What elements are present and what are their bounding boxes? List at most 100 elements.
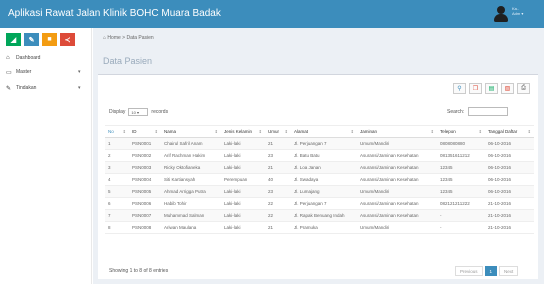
table-cell: Laki-laki (221, 149, 265, 162)
column-header-label: Jaminan (360, 129, 378, 134)
users-icon[interactable]: ■ (42, 33, 57, 46)
sort-icon: ⇕ (214, 129, 218, 134)
next-button[interactable]: Next (499, 266, 519, 276)
table-cell: 5 (105, 185, 129, 198)
top-navbar: Aplikasi Rawat Jalan Klinik BOHC Muara B… (0, 0, 544, 28)
table-cell: Jl. Perjuangan 7 (291, 137, 357, 150)
table-row[interactable]: 6 PSN0006 Habib Tohir Laki-laki 22 Jl. Perjua… (105, 197, 534, 210)
sort-icon: ⇕ (527, 129, 531, 134)
table-cell: 082121211222 (437, 197, 485, 210)
column-header-label: Nama (164, 129, 177, 134)
page-button-1[interactable]: 1 (484, 266, 498, 276)
sort-icon: ⇕ (122, 129, 126, 134)
breadcrumb: ⌂ Home > Data Pasien (103, 35, 154, 41)
sidebar-item-label: Tindakan (16, 85, 37, 91)
sidebar-item-label: Master (16, 69, 32, 75)
home-icon[interactable]: ⌂ (103, 35, 106, 41)
table-row[interactable]: 1 PSN0001 Chairul Safril Anam Laki-laki 21 Jl… (105, 137, 534, 150)
table-cell: 3 (105, 161, 129, 174)
patients-table: No ⇕ ID ⇕ Nama ⇕ Jenis Kelamin ⇕ Umur ⇕ Alamat ⇕ Jam… (105, 125, 534, 234)
chevron-down-icon: ▾ (78, 85, 81, 91)
table-info: Showing 1 to 8 of 8 entries (109, 268, 169, 274)
chart-icon[interactable]: ◢ (6, 33, 21, 46)
page-size-control: Display 10 ▾ records (109, 108, 168, 116)
print-icon[interactable]: ⎙ (517, 83, 530, 94)
column-header[interactable]: Umur ⇕ (265, 125, 291, 138)
user-avatar-icon[interactable] (493, 5, 509, 22)
table-row[interactable]: 7 PSN0007 Muhammad Salman Laki-laki 22 Jl. Ra… (105, 209, 534, 222)
breadcrumb-home[interactable]: Home (107, 35, 120, 41)
table-cell: Laki-laki (221, 209, 265, 222)
sort-icon: ⇕ (430, 129, 434, 134)
share-icon[interactable]: ≺ (60, 33, 75, 46)
table-cell: Jl. Pramuka (291, 221, 357, 234)
table-cell: Asuransi/Jaminan Kesehatan (357, 209, 437, 222)
search-input[interactable] (468, 107, 509, 116)
search-icon[interactable]: ⚲ (453, 83, 466, 94)
table-cell: 21-10-2016 (485, 197, 534, 210)
table-header-row: No ⇕ ID ⇕ Nama ⇕ Jenis Kelamin ⇕ Umur ⇕ Alamat ⇕ Jam… (105, 125, 534, 138)
table-row[interactable]: 3 PSN0003 Ricky Oktofianeka Laki-laki 21 Jl. … (105, 161, 534, 174)
column-header-label: Tanggal Daftar (488, 129, 518, 134)
search-label: Search: (447, 108, 465, 115)
page-size-select[interactable]: 10 ▾ (128, 108, 149, 116)
table-cell: Ariwan Maulana (161, 221, 221, 234)
column-header-label: Jenis Kelamin (224, 129, 253, 134)
table-row[interactable]: 5 PSN0005 Ahmad Arrigga Putra Laki-laki 23 Jl… (105, 185, 534, 198)
previous-button[interactable]: Previous (455, 266, 483, 276)
edit-icon: ✎ (6, 85, 12, 92)
chevron-down-icon: ▾ (78, 69, 81, 75)
excel-icon[interactable]: ▤ (485, 83, 498, 94)
main-content: ⌂ Home > Data Pasien Data Pasien ⚲ ❐ ▤ ▧… (93, 28, 544, 284)
column-header[interactable]: Nama ⇕ (161, 125, 221, 138)
pdf-icon[interactable]: ▧ (501, 83, 514, 94)
column-header[interactable]: Jaminan ⇕ (357, 125, 437, 138)
table-cell: 21 (265, 161, 291, 174)
table-cell: - (437, 221, 485, 234)
column-header-label: Telepon (440, 129, 456, 134)
table-cell: Laki-laki (221, 137, 265, 150)
table-cell: 23 (265, 185, 291, 198)
user-menu[interactable]: Ka.. Adm ▾ (512, 6, 523, 16)
table-cell: 06-10-2016 (485, 173, 534, 186)
table-cell: Umum/Mandiri (357, 221, 437, 234)
table-cell: 0808080880 (437, 137, 485, 150)
table-cell: 40 (265, 173, 291, 186)
page-title: Data Pasien (103, 56, 153, 66)
table-cell: PSN0002 (129, 149, 161, 162)
table-body: 1 PSN0001 Chairul Safril Anam Laki-laki 21 Jl… (105, 137, 534, 234)
table-cell: Arif Rachman Hakim (161, 149, 221, 162)
column-header[interactable]: Alamat ⇕ (291, 125, 357, 138)
table-cell: 7 (105, 209, 129, 222)
sidebar: ◢ ✎ ■ ≺ ⌂ Dashboard ▭ Master ▾ ✎ Tindaka… (0, 28, 92, 284)
table-cell: - (437, 209, 485, 222)
column-header[interactable]: Tanggal Daftar ⇕ (485, 125, 534, 138)
monitor-icon: ▭ (6, 69, 12, 76)
breadcrumb-current: Data Pasien (126, 35, 154, 41)
table-cell: 21 (265, 221, 291, 234)
column-header[interactable]: Telepon ⇕ (437, 125, 485, 138)
table-row[interactable]: 8 PSN0008 Ariwan Maulana Laki-laki 21 Jl. Pra… (105, 221, 534, 234)
sidebar-item-tindakan[interactable]: ✎ Tindakan ▾ (0, 82, 92, 94)
table-cell: Ahmad Arrigga Putra (161, 185, 221, 198)
column-header[interactable]: Jenis Kelamin ⇕ (221, 125, 265, 138)
table-cell: PSN0007 (129, 209, 161, 222)
column-header[interactable]: No ⇕ (105, 125, 129, 138)
copy-icon[interactable]: ❐ (469, 83, 482, 94)
table-row[interactable]: 2 PSN0002 Arif Rachman Hakim Laki-laki 23 Jl.… (105, 149, 534, 162)
pencil-icon[interactable]: ✎ (24, 33, 39, 46)
table-cell: Jl. Rapak Benuang Indah (291, 209, 357, 222)
display-label: Display (109, 109, 126, 115)
sidebar-item-dashboard[interactable]: ⌂ Dashboard (0, 52, 92, 64)
table-cell: PSN0003 (129, 161, 161, 174)
table-cell: 21-10-2016 (485, 209, 534, 222)
column-header-label: ID (132, 129, 137, 134)
column-header[interactable]: ID ⇕ (129, 125, 161, 138)
table-cell: Asuransi/Jaminan Kesehatan (357, 197, 437, 210)
table-cell: Siti Kartiansyah (161, 173, 221, 186)
table-cell: 22 (265, 209, 291, 222)
table-row[interactable]: 4 PSN0004 Siti Kartiansyah Perempuan 40 Jl. S… (105, 173, 534, 186)
data-table-panel: ⚲ ❐ ▤ ▧ ⎙ Display 10 ▾ records Search: N… (98, 74, 538, 279)
sidebar-item-master[interactable]: ▭ Master ▾ (0, 66, 92, 78)
column-header-label: Umur (268, 129, 279, 134)
